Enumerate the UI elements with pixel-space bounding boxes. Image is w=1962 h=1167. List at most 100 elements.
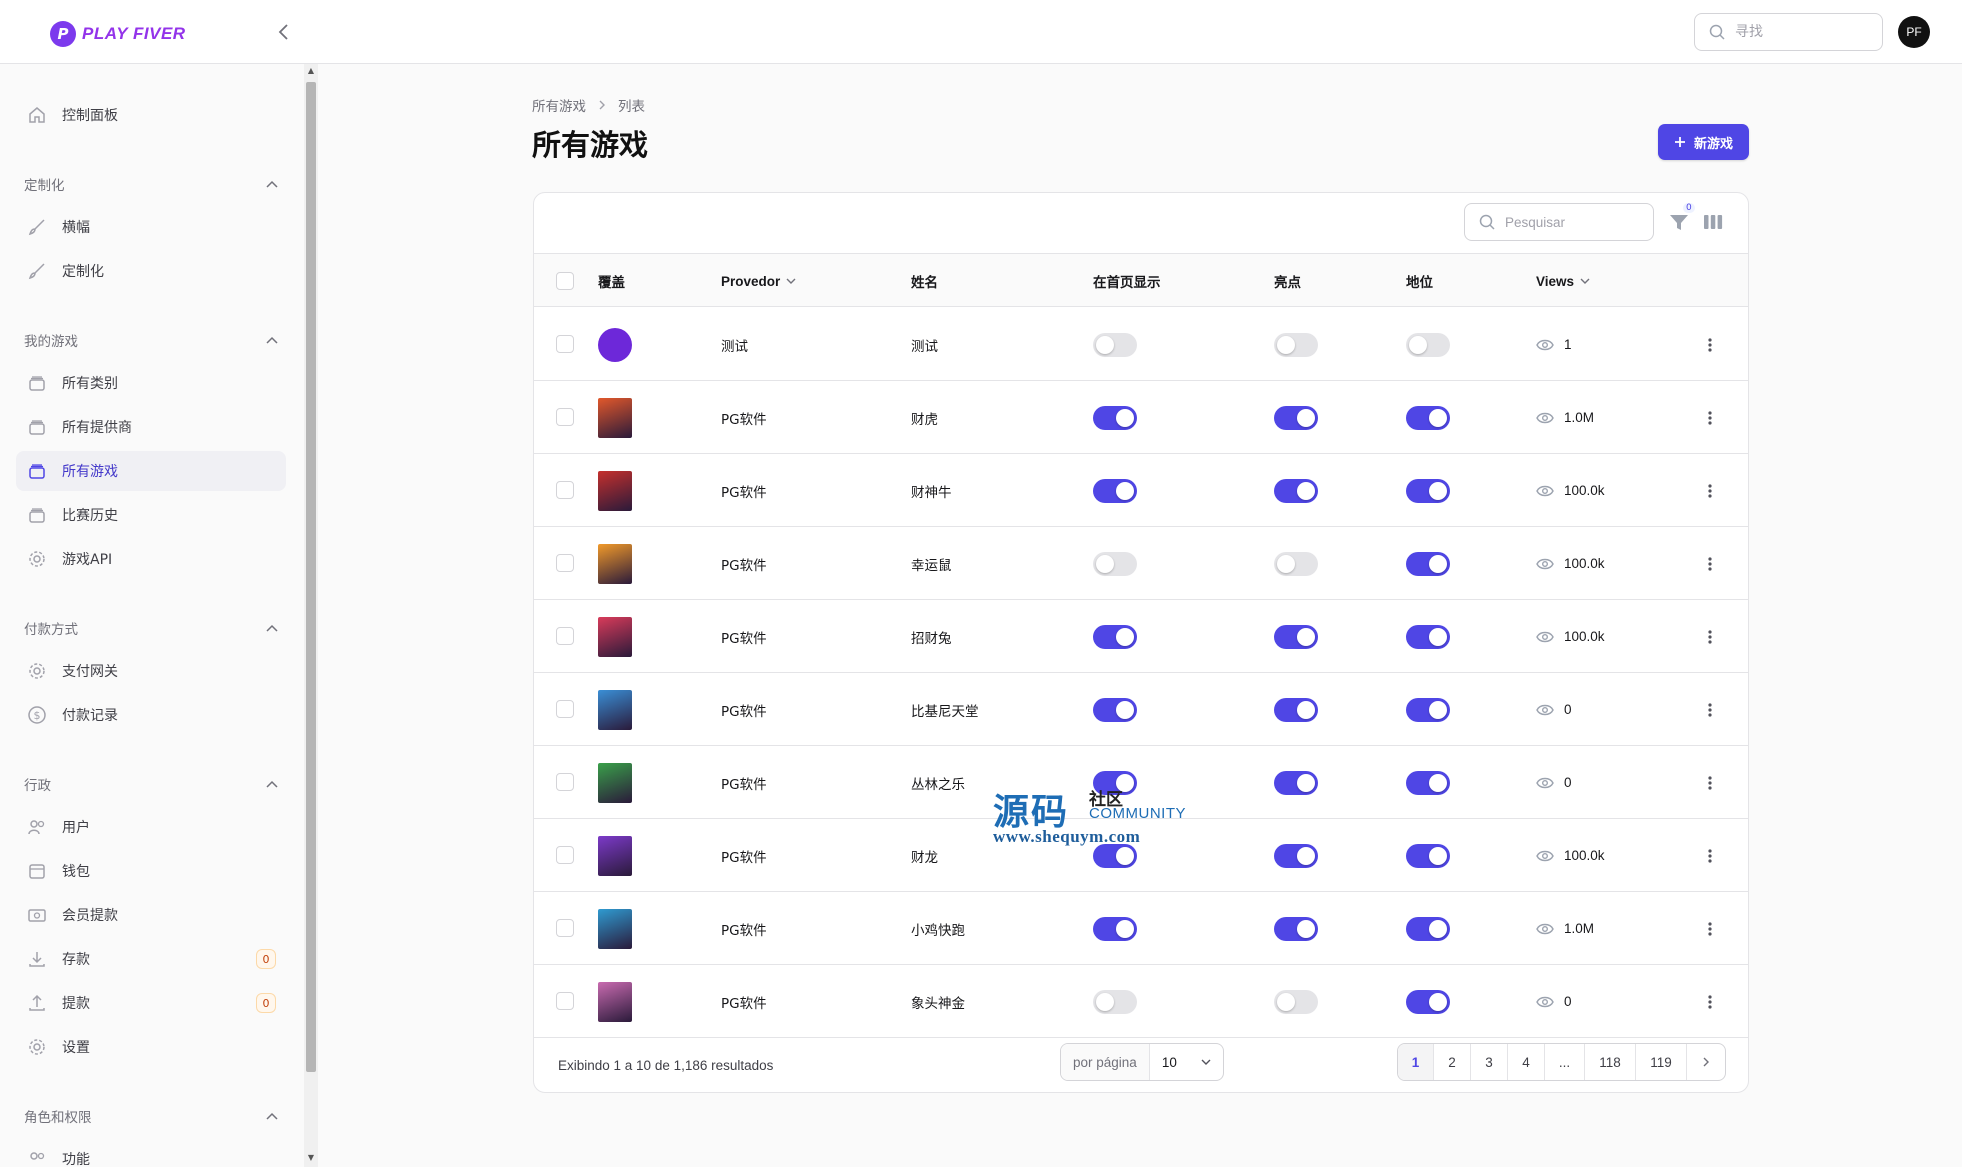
- row-checkbox[interactable]: [556, 554, 574, 572]
- sidebar-item-affiliate-withdrawals[interactable]: 会员提款: [16, 895, 286, 935]
- status-toggle[interactable]: [1406, 624, 1450, 649]
- per-page-select[interactable]: por página 10: [1060, 1043, 1224, 1081]
- page-button[interactable]: 4: [1508, 1044, 1545, 1080]
- global-search-input[interactable]: [1735, 24, 1865, 40]
- highlight-toggle[interactable]: [1274, 916, 1318, 941]
- show-on-home-toggle[interactable]: [1093, 989, 1137, 1014]
- sidebar-item-banners[interactable]: 横幅: [16, 207, 286, 247]
- page-button[interactable]: 2: [1434, 1044, 1471, 1080]
- table-search[interactable]: [1464, 203, 1654, 241]
- row-actions-button[interactable]: [1708, 673, 1712, 746]
- next-page-button[interactable]: [1687, 1044, 1725, 1080]
- columns-icon[interactable]: [1702, 211, 1724, 233]
- row-actions-button[interactable]: [1708, 381, 1712, 454]
- status-toggle[interactable]: [1406, 916, 1450, 941]
- game-cover-image[interactable]: [598, 981, 632, 1022]
- sidebar-scrollbar-thumb[interactable]: [306, 82, 316, 1072]
- row-actions-button[interactable]: [1708, 892, 1712, 965]
- sidebar-group-customization[interactable]: 定制化: [24, 174, 278, 194]
- table-search-input[interactable]: [1505, 214, 1635, 230]
- highlight-toggle[interactable]: [1274, 697, 1318, 722]
- sidebar-item-functions[interactable]: 功能: [16, 1139, 286, 1167]
- game-cover-image[interactable]: [598, 908, 632, 949]
- select-all-checkbox[interactable]: [556, 272, 574, 290]
- row-checkbox[interactable]: [556, 700, 574, 718]
- game-cover-image[interactable]: [598, 616, 632, 657]
- status-toggle[interactable]: [1406, 478, 1450, 503]
- row-actions-button[interactable]: [1708, 454, 1712, 527]
- game-cover-image[interactable]: [598, 689, 632, 730]
- highlight-toggle[interactable]: [1274, 551, 1318, 576]
- scroll-down-icon[interactable]: ▼: [306, 1153, 316, 1162]
- row-checkbox[interactable]: [556, 627, 574, 645]
- sidebar-item-dashboard[interactable]: 控制面板: [16, 95, 286, 135]
- game-cover-image[interactable]: [598, 397, 632, 438]
- column-header-views[interactable]: Views: [1536, 254, 1590, 308]
- brand-logo[interactable]: P PLAY FIVER: [50, 18, 186, 50]
- highlight-toggle[interactable]: [1274, 989, 1318, 1014]
- sidebar-item-users[interactable]: 用户: [16, 807, 286, 847]
- status-toggle[interactable]: [1406, 989, 1450, 1014]
- show-on-home-toggle[interactable]: [1093, 551, 1137, 576]
- row-actions-button[interactable]: [1708, 527, 1712, 600]
- page-button[interactable]: 119: [1636, 1044, 1687, 1080]
- highlight-toggle[interactable]: [1274, 332, 1318, 357]
- status-toggle[interactable]: [1406, 697, 1450, 722]
- highlight-toggle[interactable]: [1274, 405, 1318, 430]
- page-button[interactable]: 118: [1585, 1044, 1636, 1080]
- row-checkbox[interactable]: [556, 408, 574, 426]
- status-toggle[interactable]: [1406, 405, 1450, 430]
- collapse-sidebar-button[interactable]: [272, 19, 296, 45]
- sidebar-item-all-providers[interactable]: 所有提供商: [16, 407, 286, 447]
- sidebar-group-roles[interactable]: 角色和权限: [24, 1106, 278, 1126]
- sidebar-item-deposits[interactable]: 存款 0: [16, 939, 286, 979]
- highlight-toggle[interactable]: [1274, 770, 1318, 795]
- row-checkbox[interactable]: [556, 992, 574, 1010]
- sidebar-item-wallet[interactable]: 钱包: [16, 851, 286, 891]
- sidebar-item-match-history[interactable]: 比赛历史: [16, 495, 286, 535]
- column-header-provider[interactable]: Provedor: [721, 254, 796, 308]
- row-actions-button[interactable]: [1708, 746, 1712, 819]
- show-on-home-toggle[interactable]: [1093, 916, 1137, 941]
- sidebar-item-withdrawals[interactable]: 提款 0: [16, 983, 286, 1023]
- game-cover-image[interactable]: [598, 762, 632, 803]
- row-actions-button[interactable]: [1708, 965, 1712, 1038]
- sidebar-item-payment-gateway[interactable]: 支付网关: [16, 651, 286, 691]
- game-cover-image[interactable]: [598, 543, 632, 584]
- row-checkbox[interactable]: [556, 846, 574, 864]
- row-checkbox[interactable]: [556, 773, 574, 791]
- game-cover-image[interactable]: [598, 327, 632, 362]
- show-on-home-toggle[interactable]: [1093, 770, 1137, 795]
- avatar[interactable]: PF: [1898, 16, 1930, 48]
- sidebar-item-all-categories[interactable]: 所有类别: [16, 363, 286, 403]
- show-on-home-toggle[interactable]: [1093, 478, 1137, 503]
- page-button[interactable]: 3: [1471, 1044, 1508, 1080]
- sidebar-item-settings[interactable]: 设置: [16, 1027, 286, 1067]
- sidebar-group-payments[interactable]: 付款方式: [24, 618, 278, 638]
- show-on-home-toggle[interactable]: [1093, 332, 1137, 357]
- row-actions-button[interactable]: [1708, 600, 1712, 673]
- game-cover-image[interactable]: [598, 835, 632, 876]
- highlight-toggle[interactable]: [1274, 843, 1318, 868]
- sidebar-item-payment-records[interactable]: $ 付款记录: [16, 695, 286, 735]
- game-cover-image[interactable]: [598, 470, 632, 511]
- highlight-toggle[interactable]: [1274, 624, 1318, 649]
- status-toggle[interactable]: [1406, 770, 1450, 795]
- status-toggle[interactable]: [1406, 551, 1450, 576]
- sidebar-group-my-games[interactable]: 我的游戏: [24, 330, 278, 350]
- row-actions-button[interactable]: [1708, 308, 1712, 381]
- status-toggle[interactable]: [1406, 843, 1450, 868]
- sidebar-item-customization[interactable]: 定制化: [16, 251, 286, 291]
- row-checkbox[interactable]: [556, 335, 574, 353]
- show-on-home-toggle[interactable]: [1093, 624, 1137, 649]
- page-button[interactable]: 1: [1398, 1044, 1434, 1080]
- global-search[interactable]: [1694, 13, 1883, 51]
- sidebar-item-game-api[interactable]: 游戏API: [16, 539, 286, 579]
- show-on-home-toggle[interactable]: [1093, 697, 1137, 722]
- row-actions-button[interactable]: [1708, 819, 1712, 892]
- row-checkbox[interactable]: [556, 481, 574, 499]
- show-on-home-toggle[interactable]: [1093, 405, 1137, 430]
- row-checkbox[interactable]: [556, 919, 574, 937]
- new-game-button[interactable]: 新游戏: [1658, 124, 1749, 160]
- sidebar-group-admin[interactable]: 行政: [24, 774, 278, 794]
